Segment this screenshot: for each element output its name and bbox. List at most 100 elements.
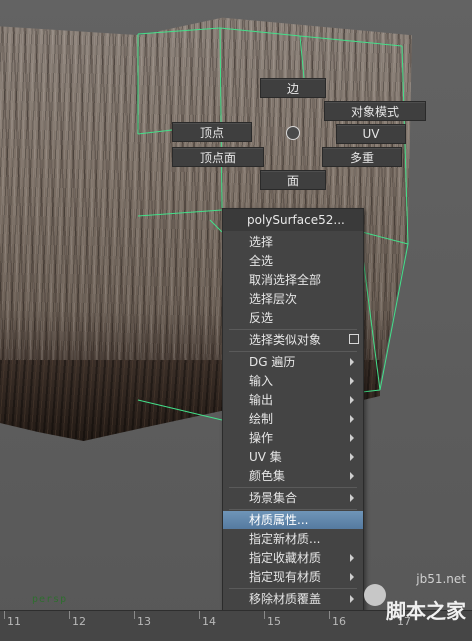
- timeline-tick: [199, 611, 200, 619]
- menu-item[interactable]: 指定现有材质: [223, 568, 363, 586]
- marking-menu-uv-label: UV: [362, 127, 380, 141]
- marking-menu-vertex-face-label: 顶点面: [199, 150, 236, 165]
- menu-item[interactable]: UV 集: [223, 448, 363, 466]
- context-menu[interactable]: polySurface52... 选择全选取消选择全部 选择层次反选选择类似对象 D…: [222, 208, 364, 626]
- submenu-arrow-icon: [350, 472, 354, 480]
- submenu-arrow-icon: [350, 595, 354, 603]
- submenu-arrow-icon: [350, 434, 354, 442]
- submenu-arrow-icon: [350, 396, 354, 404]
- menu-item-label: 取消选择全部: [249, 273, 322, 287]
- marking-menu-uv[interactable]: UV: [336, 124, 406, 144]
- menu-item-label: 材质属性...: [249, 513, 309, 527]
- menu-item-label: 绘制: [249, 412, 274, 426]
- menu-item-label: 全选: [249, 254, 274, 268]
- timeline-frame-label: 11: [7, 615, 21, 628]
- submenu-arrow-icon: [350, 573, 354, 581]
- marking-menu-object-mode-label: 对象模式: [350, 104, 399, 119]
- menu-item-label: 操作: [249, 431, 274, 445]
- wire-edge: [379, 243, 409, 391]
- menu-item[interactable]: 输出: [223, 391, 363, 409]
- wire-edge: [401, 45, 409, 245]
- marking-menu-vertex[interactable]: 顶点: [172, 122, 252, 142]
- submenu-arrow-icon: [350, 494, 354, 502]
- menu-item[interactable]: 移除材质覆盖: [223, 590, 363, 608]
- menu-item[interactable]: DG 遍历: [223, 353, 363, 371]
- menu-item-label: 选择层次: [249, 292, 298, 306]
- timeline-tick: [134, 611, 135, 619]
- marking-menu-object-mode[interactable]: 对象模式: [324, 101, 426, 121]
- camera-label: persp: [32, 594, 68, 605]
- wire-edge: [209, 219, 223, 233]
- wire-edge: [137, 209, 223, 217]
- context-menu-title: polySurface52...: [223, 209, 363, 231]
- wire-edge: [299, 35, 403, 47]
- menu-item[interactable]: 操作: [223, 429, 363, 447]
- menu-item-label: 选择类似对象: [249, 333, 322, 347]
- marking-menu-edge[interactable]: 边: [260, 78, 326, 98]
- timeline-tick: [264, 611, 265, 619]
- wire-edge: [137, 27, 221, 35]
- menu-item[interactable]: 反选: [223, 309, 363, 327]
- menu-item-label: 反选: [249, 311, 274, 325]
- wire-edge: [361, 389, 381, 393]
- menu-item[interactable]: 全选: [223, 252, 363, 270]
- menu-item[interactable]: 绘制: [223, 410, 363, 428]
- marking-menu-multi[interactable]: 多重: [322, 147, 402, 167]
- wire-edge: [361, 231, 409, 245]
- watermark-text: 脚本之家: [386, 599, 466, 623]
- menu-item-label: 选择: [249, 235, 274, 249]
- watermark-logo-icon: [364, 584, 386, 606]
- marking-menu-vertex-face[interactable]: 顶点面: [172, 147, 264, 167]
- menu-item-label: DG 遍历: [249, 355, 296, 369]
- menu-item[interactable]: 选择: [223, 233, 363, 251]
- submenu-arrow-icon: [350, 377, 354, 385]
- menu-item[interactable]: 选择层次: [223, 290, 363, 308]
- menu-item[interactable]: 指定收藏材质: [223, 549, 363, 567]
- menu-separator: [229, 329, 357, 330]
- marking-menu-vertex-label: 顶点: [199, 125, 224, 140]
- menu-item-label: 指定收藏材质: [249, 551, 322, 565]
- marking-menu-center-icon: [286, 126, 300, 140]
- menu-separator: [229, 351, 357, 352]
- menu-item[interactable]: 取消选择全部: [223, 271, 363, 289]
- menu-item-label: UV 集: [249, 450, 282, 464]
- menu-item-label: 输出: [249, 393, 274, 407]
- menu-separator: [229, 509, 357, 510]
- marking-menu-face-label: 面: [286, 173, 299, 188]
- submenu-arrow-icon: [350, 453, 354, 461]
- wire-edge: [219, 27, 223, 209]
- menu-item[interactable]: 颜色集: [223, 467, 363, 485]
- menu-item-label: 输入: [249, 374, 274, 388]
- menu-item[interactable]: 选择类似对象: [223, 331, 363, 349]
- timeline-tick: [4, 611, 5, 619]
- marking-menu-edge-label: 边: [286, 81, 299, 96]
- timeline-frame-label: 16: [332, 615, 346, 628]
- marking-menu-face[interactable]: 面: [260, 170, 326, 190]
- timeline-frame-label: 12: [72, 615, 86, 628]
- menu-separator: [229, 588, 357, 589]
- timeline-frame-label: 15: [267, 615, 281, 628]
- wire-edge: [137, 399, 223, 421]
- menu-item-label: 指定现有材质: [249, 570, 322, 584]
- option-box-icon[interactable]: [349, 334, 359, 344]
- watermark-url: jb51.net: [416, 572, 466, 586]
- wire-edge: [361, 249, 381, 391]
- menu-separator: [229, 487, 357, 488]
- menu-item-label: 指定新材质...: [249, 532, 321, 546]
- timeline-tick: [329, 611, 330, 619]
- submenu-arrow-icon: [350, 415, 354, 423]
- timeline-frame-label: 13: [137, 615, 151, 628]
- timeline-tick: [69, 611, 70, 619]
- menu-item[interactable]: 材质属性...: [223, 511, 363, 529]
- menu-item[interactable]: 指定新材质...: [223, 530, 363, 548]
- marking-menu-multi-label: 多重: [349, 150, 374, 165]
- wire-edge: [137, 129, 173, 135]
- wire-edge: [219, 27, 301, 37]
- menu-item[interactable]: 输入: [223, 372, 363, 390]
- wire-edge: [299, 35, 305, 79]
- maya-viewport[interactable]: 边 对象模式 UV 多重 面 顶点 顶点面 polySurface52... 选…: [0, 0, 472, 641]
- menu-item[interactable]: 场景集合: [223, 489, 363, 507]
- menu-item-label: 场景集合: [249, 491, 298, 505]
- submenu-arrow-icon: [350, 554, 354, 562]
- menu-item-label: 颜色集: [249, 469, 286, 483]
